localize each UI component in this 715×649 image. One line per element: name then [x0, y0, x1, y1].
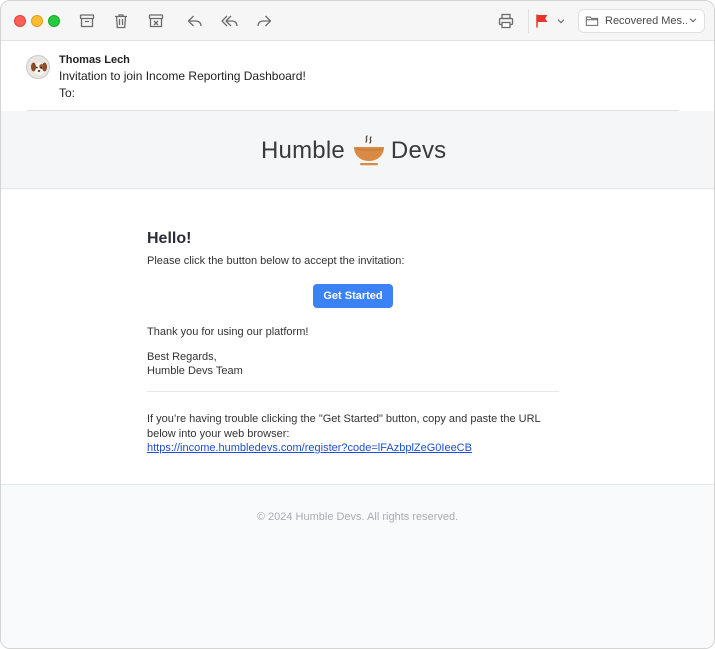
- toolbar-separator: [528, 9, 529, 33]
- logo-text-left: Humble: [261, 137, 345, 164]
- forward-icon: [257, 15, 272, 27]
- move-to-mailbox-select[interactable]: Recovered Mes...: [578, 9, 705, 33]
- junk-button[interactable]: [144, 9, 168, 33]
- zoom-window-button[interactable]: [48, 15, 60, 27]
- signature: Best Regards, Humble Devs Team: [147, 350, 243, 378]
- print-button[interactable]: [494, 9, 518, 33]
- logo-text-right: Devs: [390, 137, 447, 164]
- email-footer: © 2024 Humble Devs. All rights reserved.: [256, 511, 459, 523]
- junk-icon: [148, 14, 164, 28]
- close-window-button[interactable]: [14, 15, 26, 27]
- chevron-down-icon: [689, 18, 697, 23]
- greeting: Hello!: [147, 230, 192, 247]
- message-header: Thomas Lech Invitation to join Income Re…: [1, 41, 714, 111]
- reply-all-button[interactable]: [218, 9, 242, 33]
- register-link[interactable]: https://income.humbledevs.com/register?c…: [147, 442, 472, 454]
- reply-all-icon: [221, 15, 238, 27]
- message-subject: Invitation to join Income Reporting Dash…: [59, 69, 306, 83]
- email-banner: Humble Devs: [1, 111, 714, 189]
- folder-icon: [585, 16, 599, 26]
- recipient-line: To:: [59, 86, 76, 100]
- delete-button[interactable]: [109, 9, 133, 33]
- mail-window: Recovered Mes... Thomas Lech Invitation …: [0, 0, 715, 649]
- coffee-cup-icon: [353, 135, 384, 166]
- minimize-window-button[interactable]: [31, 15, 43, 27]
- signature-line-1: Best Regards,: [147, 351, 217, 363]
- thanks-text: Thank you for using our platform!: [147, 326, 309, 338]
- chevron-down-icon: [557, 19, 565, 24]
- intro-text: Please click the button below to accept …: [147, 255, 405, 267]
- email-body: Humble Devs Hello! Please click the butt…: [1, 111, 714, 648]
- email-content: Hello! Please click the button below to …: [1, 190, 714, 485]
- flag-button[interactable]: [530, 9, 554, 33]
- content-divider: [147, 391, 559, 392]
- dog-avatar-icon: [27, 56, 49, 78]
- humble-devs-logo: Humble Devs: [261, 133, 446, 169]
- flag-menu-button[interactable]: [553, 9, 569, 33]
- get-started-button[interactable]: Get Started: [313, 284, 393, 308]
- mailbox-label: Recovered Mes...: [605, 15, 687, 27]
- reply-button[interactable]: [183, 9, 207, 33]
- trouble-text: If you’re having trouble clicking the "G…: [147, 413, 541, 440]
- archive-button[interactable]: [75, 9, 99, 33]
- avatar[interactable]: [26, 55, 50, 79]
- archive-icon: [79, 14, 95, 28]
- sender-name[interactable]: Thomas Lech: [59, 54, 130, 66]
- flag-icon: [536, 14, 548, 28]
- forward-button[interactable]: [252, 9, 276, 33]
- print-icon: [498, 13, 514, 29]
- reply-icon: [187, 15, 202, 27]
- signature-line-2: Humble Devs Team: [147, 365, 243, 377]
- trash-icon: [115, 14, 127, 29]
- toolbar: Recovered Mes...: [1, 1, 714, 41]
